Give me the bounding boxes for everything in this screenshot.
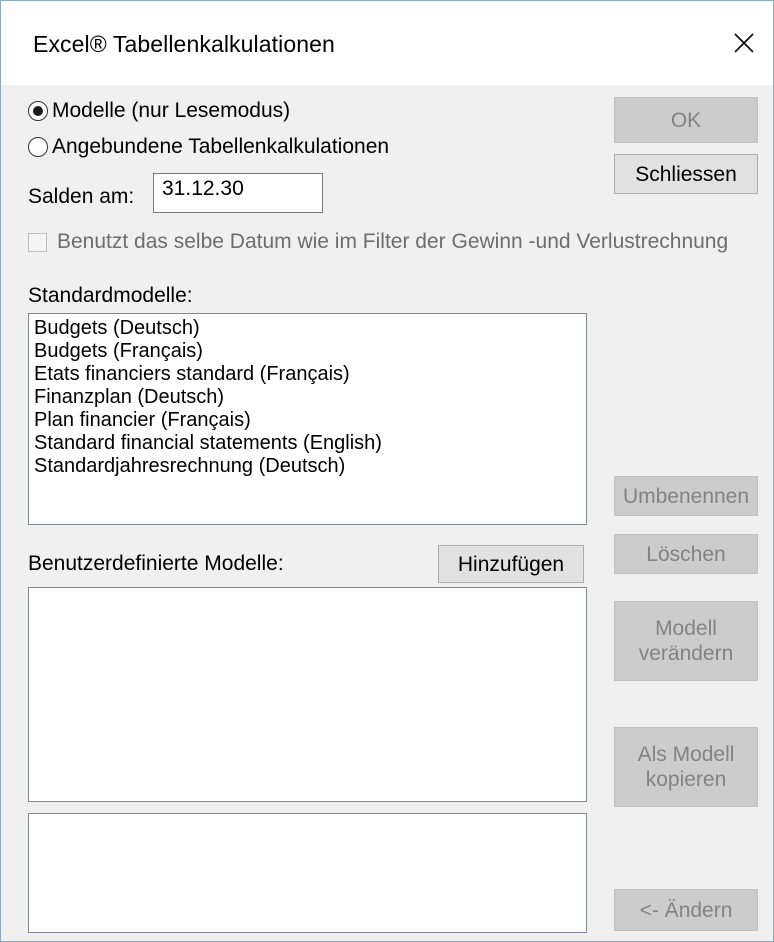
same-date-checkbox-box	[28, 232, 47, 252]
rename-button[interactable]: Umbenennen	[614, 476, 758, 516]
delete-button[interactable]: Löschen	[614, 534, 758, 574]
same-date-checkbox[interactable]: Benutzt das selbe Datum wie im Filter de…	[28, 230, 728, 254]
radio-linked-spreadsheets[interactable]: Angebundene Tabellenkalkulationen	[28, 135, 389, 159]
list-item[interactable]: Plan financier (Français)	[29, 409, 586, 432]
title-bar: Excel® Tabellenkalkulationen	[1, 1, 773, 85]
balance-date-input[interactable]: 31.12.30	[153, 173, 323, 213]
balance-date-label: Salden am:	[28, 185, 135, 208]
list-item[interactable]: Budgets (Deutsch)	[29, 317, 586, 340]
close-window-button[interactable]	[715, 15, 773, 71]
radio-linked-label: Angebundene Tabellenkalkulationen	[52, 135, 390, 158]
copy-as-model-button[interactable]: Als Modell kopieren	[614, 727, 758, 807]
radio-models-label: Modelle (nur Lesemodus)	[52, 99, 291, 122]
radio-models[interactable]: Modelle (nur Lesemodus)	[28, 99, 290, 123]
list-item[interactable]: Etats financiers standard (Français)	[29, 363, 586, 386]
close-icon	[734, 33, 754, 53]
modify-model-button[interactable]: Modell verändern	[614, 601, 758, 681]
dialog-window: Excel® Tabellenkalkulationen Modelle (nu…	[0, 0, 774, 942]
custom-models-label: Benutzerdefinierte Modelle:	[28, 552, 284, 575]
list-item[interactable]: Standardjahresrechnung (Deutsch)	[29, 455, 586, 478]
radio-linked-indicator	[28, 137, 48, 157]
standard-models-list[interactable]: Budgets (Deutsch) Budgets (Français) Eta…	[28, 313, 587, 525]
window-title: Excel® Tabellenkalkulationen	[33, 31, 335, 57]
radio-models-indicator	[28, 101, 48, 121]
add-model-button[interactable]: Hinzufügen	[438, 545, 584, 583]
radio-selected-dot	[33, 106, 43, 116]
ok-button[interactable]: OK	[614, 97, 758, 143]
close-button[interactable]: Schliessen	[614, 154, 758, 194]
same-date-checkbox-label: Benutzt das selbe Datum wie im Filter de…	[57, 230, 729, 253]
change-button[interactable]: <- Ändern	[614, 889, 758, 931]
list-item[interactable]: Budgets (Français)	[29, 340, 586, 363]
model-description-box[interactable]	[28, 813, 587, 933]
list-item[interactable]: Finanzplan (Deutsch)	[29, 386, 586, 409]
standard-models-label: Standardmodelle:	[28, 284, 193, 307]
custom-models-list[interactable]	[28, 587, 587, 802]
list-item[interactable]: Standard financial statements (English)	[29, 432, 586, 455]
